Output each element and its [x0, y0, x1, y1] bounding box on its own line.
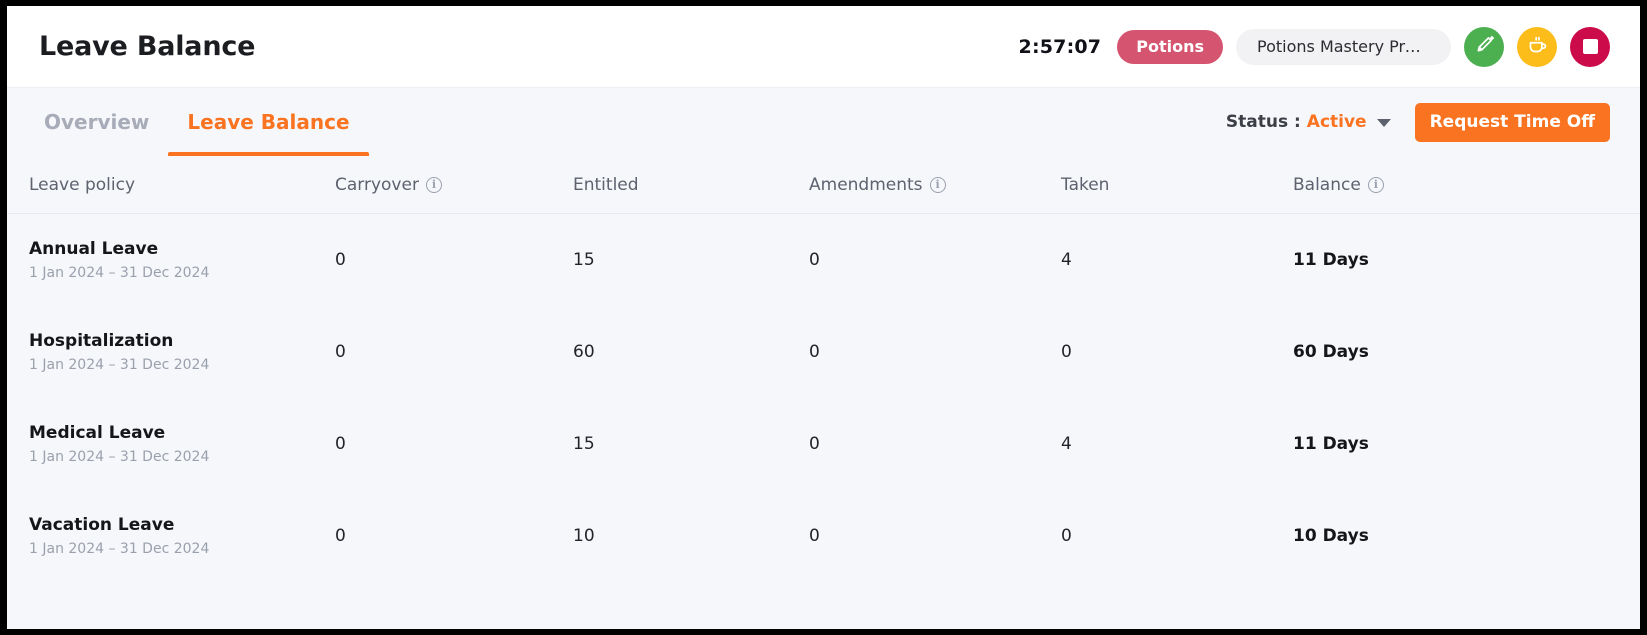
- cell-entitled: 10: [573, 526, 595, 546]
- column-header-label: Amendments: [809, 174, 923, 195]
- tab-leave-balance[interactable]: Leave Balance: [168, 88, 369, 156]
- cell-taken: 4: [1061, 434, 1072, 454]
- edit-note-button[interactable]: [1464, 26, 1504, 67]
- cell-taken: 0: [1061, 526, 1072, 546]
- cell-entitled: 15: [573, 250, 595, 270]
- cell-balance: 60 Days: [1293, 342, 1369, 362]
- cell-amendments: 0: [809, 526, 820, 546]
- top-bar-right-group: 2:57:07 Potions Potions Mastery Progr...: [1018, 26, 1610, 67]
- cell-leave-policy: Hospitalization 1 Jan 2024 – 31 Dec 2024: [29, 331, 335, 373]
- cell-carryover: 0: [335, 342, 346, 362]
- cell-leave-policy: Vacation Leave 1 Jan 2024 – 31 Dec 2024: [29, 515, 335, 557]
- page-title: Leave Balance: [39, 31, 256, 62]
- cell-leave-policy: Medical Leave 1 Jan 2024 – 31 Dec 2024: [29, 423, 335, 465]
- table-row[interactable]: Annual Leave 1 Jan 2024 – 31 Dec 2024 0 …: [7, 214, 1640, 306]
- policy-date-range: 1 Jan 2024 – 31 Dec 2024: [29, 265, 210, 281]
- cell-amendments: 0: [809, 342, 820, 362]
- info-icon[interactable]: i: [425, 176, 442, 193]
- cell-carryover: 0: [335, 526, 346, 546]
- leave-balance-table: Leave policy Carryover i Entitled Amendm…: [7, 156, 1640, 582]
- tab-strip-right-group: Status : Active Request Time Off: [1226, 102, 1610, 142]
- status-value: Active: [1306, 112, 1367, 132]
- tab-list: Overview Leave Balance: [25, 88, 369, 156]
- cell-amendments: 0: [809, 434, 820, 454]
- pen-note-icon: [1474, 34, 1495, 59]
- column-header-label: Entitled: [573, 174, 639, 195]
- tab-strip: Overview Leave Balance Status : Active R…: [7, 88, 1640, 156]
- info-icon[interactable]: i: [929, 176, 946, 193]
- column-header-carryover: Carryover i: [335, 175, 573, 195]
- cell-taken: 0: [1061, 342, 1072, 362]
- policy-date-range: 1 Jan 2024 – 31 Dec 2024: [29, 541, 210, 557]
- column-header-label: Carryover: [335, 174, 419, 195]
- app-window: Leave Balance 2:57:07 Potions Potions Ma…: [7, 6, 1640, 629]
- policy-date-range: 1 Jan 2024 – 31 Dec 2024: [29, 449, 210, 465]
- column-header-entitled: Entitled: [573, 175, 809, 195]
- break-button[interactable]: [1517, 26, 1557, 67]
- table-header-row: Leave policy Carryover i Entitled Amendm…: [7, 156, 1640, 214]
- cell-entitled: 60: [573, 342, 595, 362]
- column-header-taken: Taken: [1061, 175, 1293, 195]
- table-row[interactable]: Hospitalization 1 Jan 2024 – 31 Dec 2024…: [7, 306, 1640, 398]
- task-pill[interactable]: Potions Mastery Progr...: [1236, 28, 1451, 65]
- stop-square-icon: [1582, 39, 1598, 54]
- column-header-balance: Balance i: [1293, 175, 1618, 195]
- table-row[interactable]: Vacation Leave 1 Jan 2024 – 31 Dec 2024 …: [7, 490, 1640, 582]
- info-icon[interactable]: i: [1367, 176, 1384, 193]
- status-label: Status :: [1225, 112, 1301, 132]
- cell-balance: 11 Days: [1293, 250, 1369, 270]
- policy-name: Vacation Leave: [29, 515, 175, 535]
- column-header-amendments: Amendments i: [809, 175, 1061, 195]
- column-header-label: Balance: [1293, 174, 1361, 195]
- status-filter[interactable]: Status : Active: [1226, 112, 1391, 132]
- policy-name: Annual Leave: [29, 239, 159, 259]
- column-header-leave-policy: Leave policy: [29, 175, 335, 195]
- request-time-off-button[interactable]: Request Time Off: [1414, 102, 1610, 142]
- chevron-down-icon: [1376, 119, 1391, 127]
- cell-entitled: 15: [573, 434, 595, 454]
- timer-display: 2:57:07: [1018, 35, 1102, 58]
- cell-amendments: 0: [809, 250, 820, 270]
- table-row[interactable]: Medical Leave 1 Jan 2024 – 31 Dec 2024 0…: [7, 398, 1640, 490]
- project-badge[interactable]: Potions: [1117, 29, 1223, 64]
- cell-taken: 4: [1061, 250, 1072, 270]
- top-bar: Leave Balance 2:57:07 Potions Potions Ma…: [7, 6, 1640, 88]
- cell-leave-policy: Annual Leave 1 Jan 2024 – 31 Dec 2024: [29, 239, 335, 281]
- coffee-cup-icon: [1527, 34, 1548, 59]
- policy-date-range: 1 Jan 2024 – 31 Dec 2024: [29, 357, 210, 373]
- stop-timer-button[interactable]: [1570, 26, 1610, 67]
- column-header-label: Leave policy: [29, 174, 136, 195]
- column-header-label: Taken: [1061, 174, 1110, 195]
- tab-overview[interactable]: Overview: [25, 88, 168, 156]
- cell-carryover: 0: [335, 250, 346, 270]
- cell-balance: 11 Days: [1293, 434, 1369, 454]
- policy-name: Medical Leave: [29, 423, 166, 443]
- cell-carryover: 0: [335, 434, 346, 454]
- cell-balance: 10 Days: [1293, 526, 1369, 546]
- policy-name: Hospitalization: [29, 331, 174, 351]
